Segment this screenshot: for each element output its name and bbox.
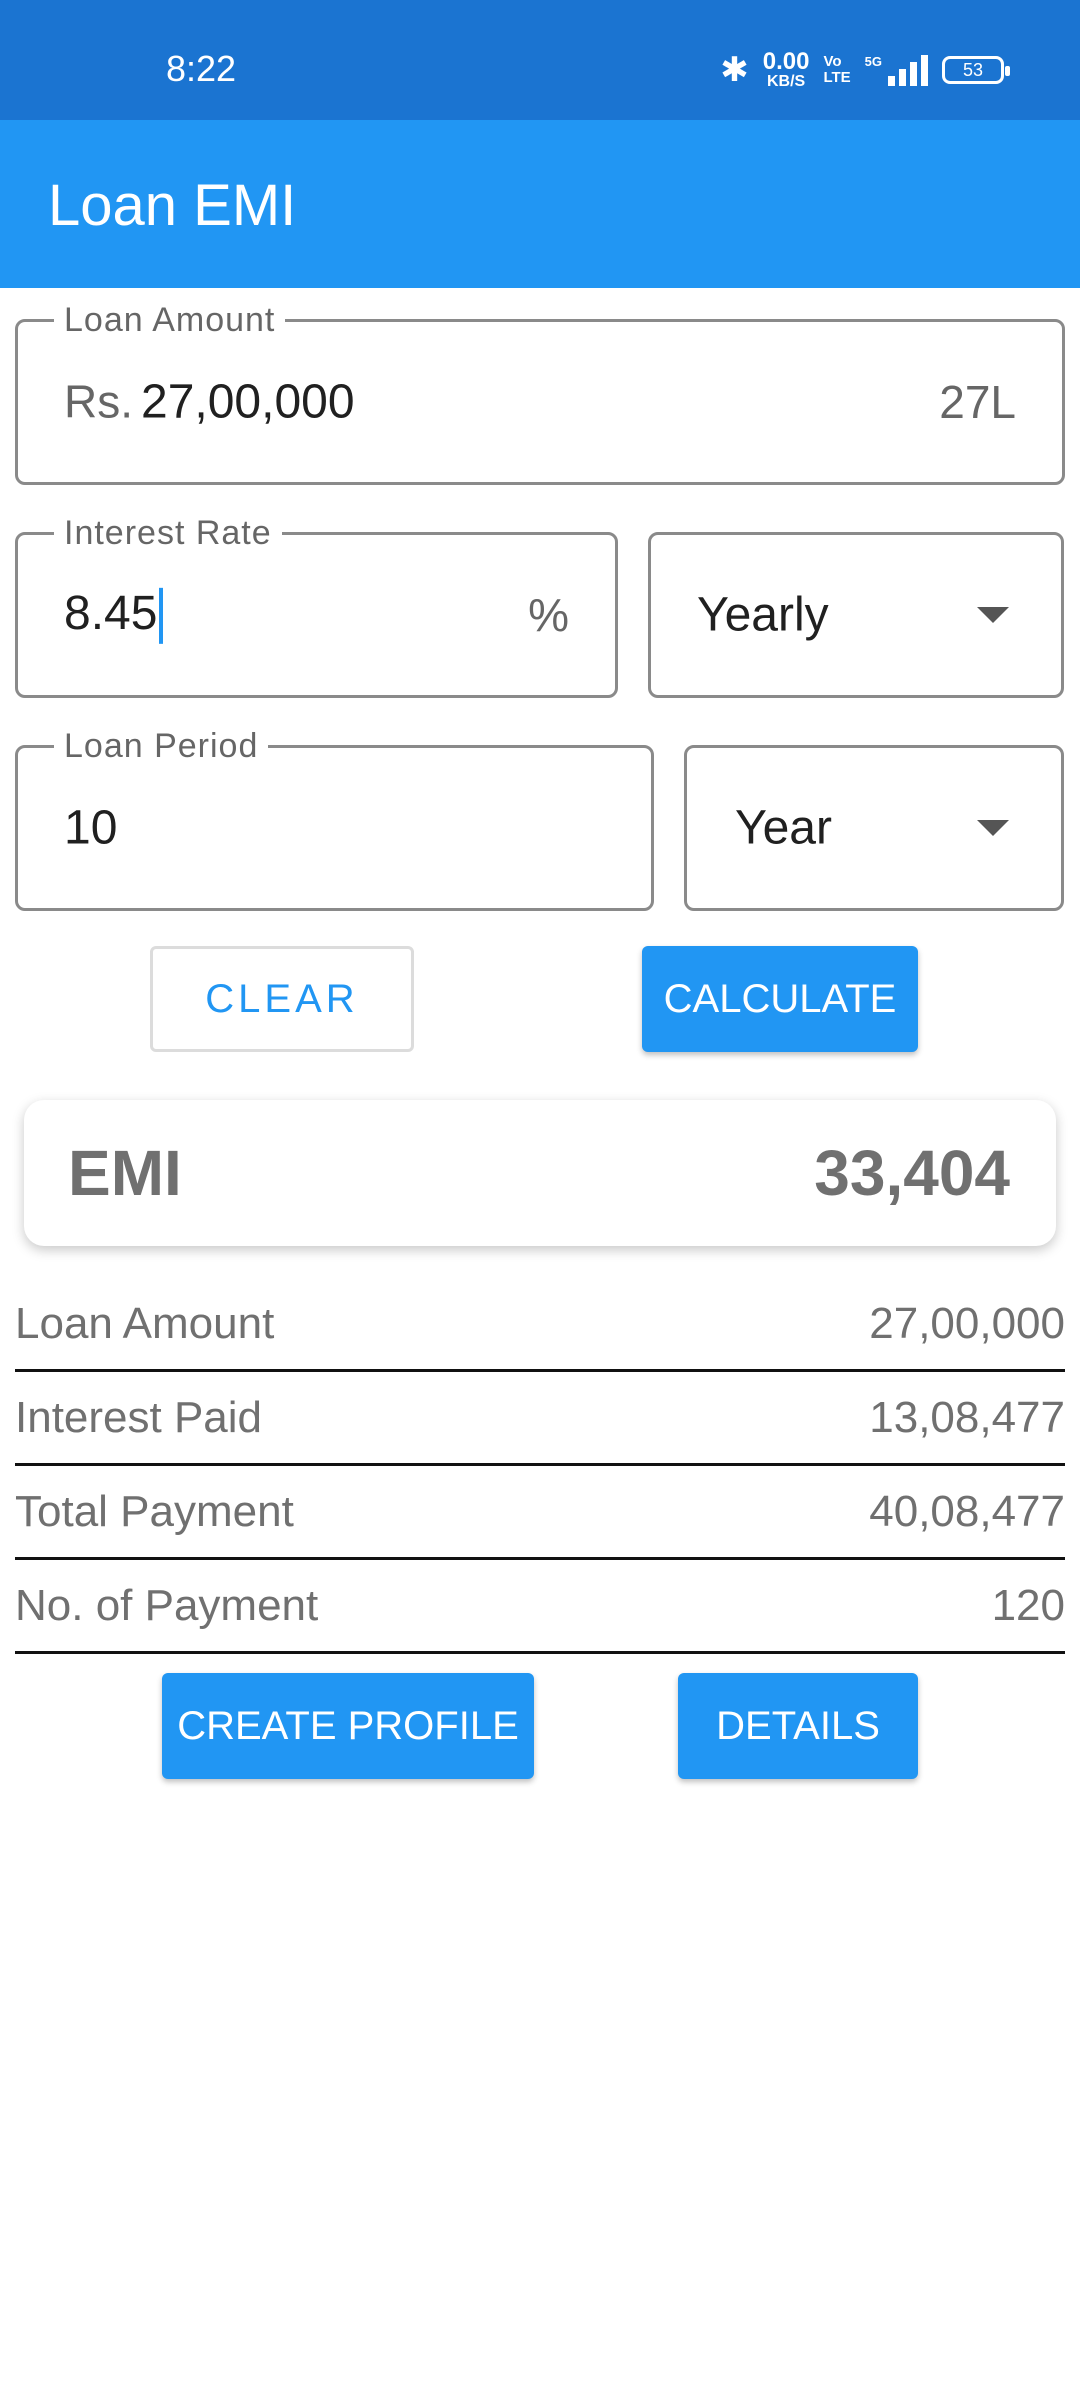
details-button[interactable]: DETAILS	[678, 1673, 918, 1779]
emi-label: EMI	[68, 1137, 182, 1209]
summary-value: 13,08,477	[869, 1393, 1065, 1442]
chevron-down-icon	[977, 607, 1009, 623]
summary-label: No. of Payment	[15, 1581, 319, 1630]
percent-suffix: %	[528, 589, 569, 641]
loan-amount-input[interactable]: 27,00,000	[141, 376, 355, 429]
loan-period-unit-dropdown[interactable]: Year	[684, 745, 1064, 911]
text-cursor	[159, 588, 164, 645]
summary-value: 40,08,477	[869, 1487, 1065, 1536]
loan-period-label: Loan Period	[54, 727, 269, 766]
interest-rate-label: Interest Rate	[54, 514, 282, 553]
summary-label: Total Payment	[15, 1487, 294, 1536]
interest-period-selected: Yearly	[697, 588, 829, 642]
network-speed: 0.00 KB/S	[763, 50, 810, 90]
summary-value: 120	[991, 1581, 1065, 1630]
interest-period-dropdown[interactable]: Yearly	[648, 532, 1064, 698]
loan-amount-value: Rs. 27,00,000	[64, 375, 355, 430]
network-speed-value: 0.00	[762, 48, 810, 75]
summary-label: Interest Paid	[15, 1393, 263, 1442]
volte-icon: Vo LTE	[823, 53, 851, 86]
summary-row-total-payment: Total Payment 40,08,477	[15, 1468, 1065, 1560]
calculate-button[interactable]: CALCULATE	[642, 946, 918, 1052]
chevron-down-icon	[977, 820, 1009, 836]
network-speed-unit: KB/S	[766, 73, 806, 90]
create-profile-button[interactable]: CREATE PROFILE	[162, 1673, 534, 1779]
status-bar: 8:22 ✱ 0.00 KB/S Vo LTE 5G 53	[0, 0, 1080, 120]
battery-icon: 53	[942, 56, 1010, 84]
loan-amount-field[interactable]: Loan Amount Rs. 27,00,000 27L	[15, 301, 1065, 485]
loan-period-unit-selected: Year	[735, 801, 832, 855]
interest-rate-value[interactable]: 8.45	[64, 586, 164, 645]
summary-label: Loan Amount	[15, 1299, 275, 1348]
loan-amount-label: Loan Amount	[54, 301, 286, 340]
app-bar: Loan EMI	[0, 120, 1080, 288]
summary-row-no-of-payment: No. of Payment 120	[15, 1562, 1065, 1654]
loan-period-input[interactable]: 10	[64, 801, 117, 856]
status-time: 8:22	[166, 48, 237, 89]
summary-row-loan-amount: Loan Amount 27,00,000	[15, 1280, 1065, 1372]
summary-value: 27,00,000	[869, 1299, 1065, 1348]
loan-period-field[interactable]: Loan Period 10	[15, 727, 654, 911]
loan-amount-short: 27L	[939, 376, 1016, 428]
status-icons: ✱ 0.00 KB/S Vo LTE 5G 53	[720, 50, 1010, 90]
bluetooth-icon: ✱	[720, 51, 749, 89]
emi-value: 33,404	[814, 1137, 1010, 1209]
battery-level: 53	[962, 59, 984, 80]
app-title: Loan EMI	[48, 173, 297, 238]
clear-button[interactable]: CLEAR	[150, 946, 414, 1052]
network-type: 5G	[864, 54, 882, 69]
signal-icon: 5G	[865, 54, 928, 86]
currency-prefix: Rs.	[64, 375, 133, 428]
emi-card: EMI 33,404	[24, 1100, 1056, 1246]
summary-row-interest-paid: Interest Paid 13,08,477	[15, 1374, 1065, 1466]
interest-rate-field[interactable]: Interest Rate 8.45 %	[15, 514, 618, 698]
